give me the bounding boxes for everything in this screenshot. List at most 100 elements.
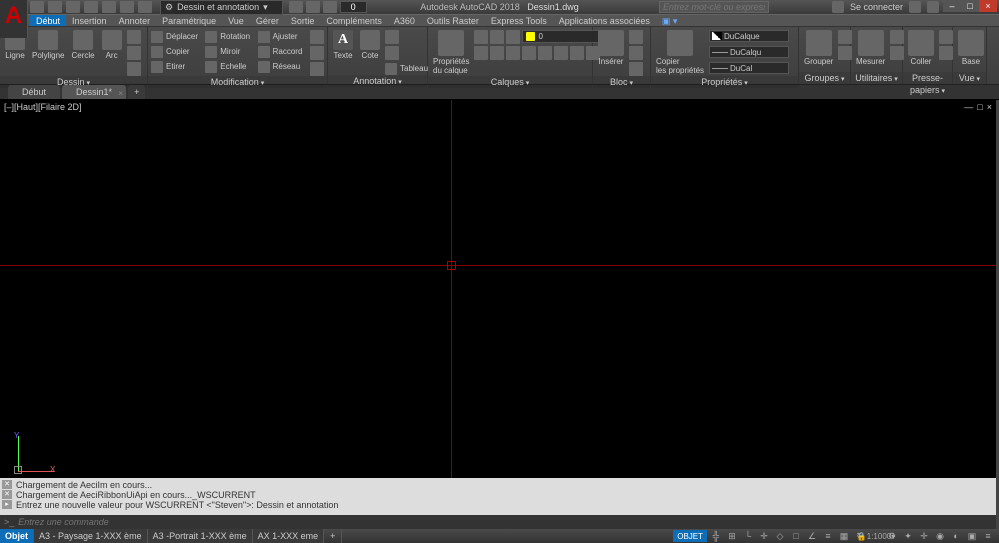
viewport-maximize[interactable]: □	[977, 102, 982, 112]
tableau-button[interactable]: Tableau	[385, 62, 428, 75]
signin-label[interactable]: Se connecter	[850, 2, 903, 12]
copier-button[interactable]: Copier	[151, 45, 202, 58]
qat-tool2-icon[interactable]	[306, 1, 320, 13]
viewport-minimize[interactable]: —	[964, 102, 973, 112]
tab-vue[interactable]: Vue	[222, 15, 250, 26]
doctab-add[interactable]: +	[128, 85, 145, 99]
deplacer-button[interactable]: Déplacer	[151, 30, 202, 43]
plot-icon[interactable]	[102, 1, 116, 13]
anno-vis-icon[interactable]: ✛	[917, 530, 931, 542]
panel-title-modification[interactable]: Modification	[148, 76, 327, 88]
block-create-icon[interactable]	[629, 30, 643, 44]
tab-apps[interactable]: Applications associées	[553, 15, 656, 26]
command-input[interactable]	[18, 517, 318, 527]
qat-tool3-icon[interactable]	[323, 1, 337, 13]
cmd-opts-icon[interactable]: ▸	[2, 500, 12, 509]
close-tab-icon[interactable]: ×	[118, 87, 123, 101]
block-edit-icon[interactable]	[629, 46, 643, 60]
osnap-toggle-icon[interactable]: □	[789, 530, 803, 542]
ajuster-button[interactable]: Ajuster	[258, 30, 307, 43]
miroir-button[interactable]: Miroir	[205, 45, 254, 58]
panel-title-proprietes[interactable]: Propriétés	[651, 76, 798, 88]
modify-extra3-icon[interactable]	[310, 62, 324, 76]
transparency-icon[interactable]: ▦	[837, 530, 851, 542]
tab-raster[interactable]: Outils Raster	[421, 15, 485, 26]
layout-tab-3[interactable]: AX 1-XXX eme	[253, 529, 325, 543]
a360-icon[interactable]	[909, 1, 921, 13]
tab-parametrique[interactable]: Paramétrique	[156, 15, 222, 26]
hw-accel-icon[interactable]: ◉	[933, 530, 947, 542]
signin-icon[interactable]	[832, 1, 844, 13]
panel-title-utilitaires[interactable]: Utilitaires	[851, 72, 902, 84]
texte-button[interactable]: ATexte	[331, 29, 355, 61]
polar-toggle-icon[interactable]: ✛	[757, 530, 771, 542]
cmd-close-icon[interactable]: ✕	[2, 490, 12, 499]
panel-title-vue[interactable]: Vue	[953, 72, 986, 84]
layer-freeze-icon[interactable]	[490, 30, 504, 44]
new-icon[interactable]	[30, 1, 44, 13]
layout-tab-1[interactable]: A3 - Paysage 1-XXX ème	[34, 529, 148, 543]
viewport-label[interactable]: [–][Haut][Filaire 2D]	[4, 102, 82, 112]
mesurer-button[interactable]: Mesurer	[854, 29, 887, 67]
panel-title-pressepapiers[interactable]: Presse-papiers	[903, 72, 952, 84]
panel-title-bloc[interactable]: Bloc	[593, 76, 650, 88]
panel-title-calques[interactable]: Calques	[428, 76, 592, 88]
annot-extra-icon[interactable]	[385, 46, 399, 60]
layer-t3-icon[interactable]	[506, 46, 520, 60]
command-line[interactable]: >_	[0, 515, 996, 529]
help-search-input[interactable]	[659, 1, 769, 13]
polyligne-button[interactable]: Polyligne	[30, 29, 66, 61]
layer-off-icon[interactable]	[474, 30, 488, 44]
draw-extra1-icon[interactable]	[127, 30, 141, 44]
layout-tab-2[interactable]: A3 -Portrait 1-XXX ème	[148, 529, 253, 543]
iso-toggle-icon[interactable]: ◇	[773, 530, 787, 542]
coller-button[interactable]: Coller	[906, 29, 936, 67]
tab-sortie[interactable]: Sortie	[285, 15, 321, 26]
ortho-toggle-icon[interactable]: └	[741, 530, 755, 542]
leader-icon[interactable]	[385, 30, 399, 44]
lineweight-dropdown[interactable]: DuCalqu	[709, 46, 789, 58]
exchange-icon[interactable]	[927, 1, 939, 13]
grouper-button[interactable]: Grouper	[802, 29, 835, 67]
workspace-switch-icon[interactable]: ✦	[901, 530, 915, 542]
inserer-button[interactable]: Insérer	[596, 29, 626, 67]
layer-t4-icon[interactable]	[522, 46, 536, 60]
match-props-button[interactable]: Copier les propriétés	[654, 29, 706, 76]
tab-focus[interactable]: ▣ ▾	[656, 15, 684, 26]
grid-toggle-icon[interactable]: ╬	[709, 530, 723, 542]
layout-add[interactable]: +	[324, 529, 342, 543]
cercle-button[interactable]: Cercle	[69, 29, 96, 61]
echelle-button[interactable]: Echelle	[205, 60, 254, 73]
qat-tool1-icon[interactable]	[289, 1, 303, 13]
annotation-scale[interactable]: 🔒 1:1000 ▾	[869, 530, 883, 542]
tab-annoter[interactable]: Annoter	[113, 15, 157, 26]
doctab-start[interactable]: Début	[8, 85, 60, 99]
panel-title-groupes[interactable]: Groupes	[799, 72, 850, 84]
modelspace-toggle[interactable]: OBJET	[673, 530, 707, 542]
save-icon[interactable]	[66, 1, 80, 13]
tab-gerer[interactable]: Gérer	[250, 15, 285, 26]
qat-number[interactable]: 0	[340, 1, 367, 13]
raccord-button[interactable]: Raccord	[258, 45, 307, 58]
tab-express[interactable]: Express Tools	[485, 15, 553, 26]
app-logo[interactable]: A	[0, 0, 28, 38]
lweight-toggle-icon[interactable]: ≡	[821, 530, 835, 542]
reseau-button[interactable]: Réseau	[258, 60, 307, 73]
layer-t2-icon[interactable]	[490, 46, 504, 60]
tab-insertion[interactable]: Insertion	[66, 15, 113, 26]
drawing-area[interactable]: [–][Haut][Filaire 2D] — □ × Y X	[0, 100, 996, 478]
window-close[interactable]: ×	[979, 0, 997, 12]
window-minimize[interactable]: –	[943, 0, 961, 12]
color-dropdown[interactable]: DuCalque	[709, 30, 789, 42]
rotation-button[interactable]: Rotation	[205, 30, 254, 43]
linetype-dropdown[interactable]: DuCal	[709, 62, 789, 74]
layer-t7-icon[interactable]	[570, 46, 584, 60]
customize-status-icon[interactable]: ≡	[981, 530, 995, 542]
redo-icon[interactable]	[138, 1, 152, 13]
otrack-toggle-icon[interactable]: ∠	[805, 530, 819, 542]
cote-button[interactable]: Cote	[358, 29, 382, 61]
undo-icon[interactable]	[120, 1, 134, 13]
base-button[interactable]: Base	[956, 29, 986, 67]
saveas-icon[interactable]	[84, 1, 98, 13]
cmd-pin-icon[interactable]: ✕	[2, 480, 12, 489]
